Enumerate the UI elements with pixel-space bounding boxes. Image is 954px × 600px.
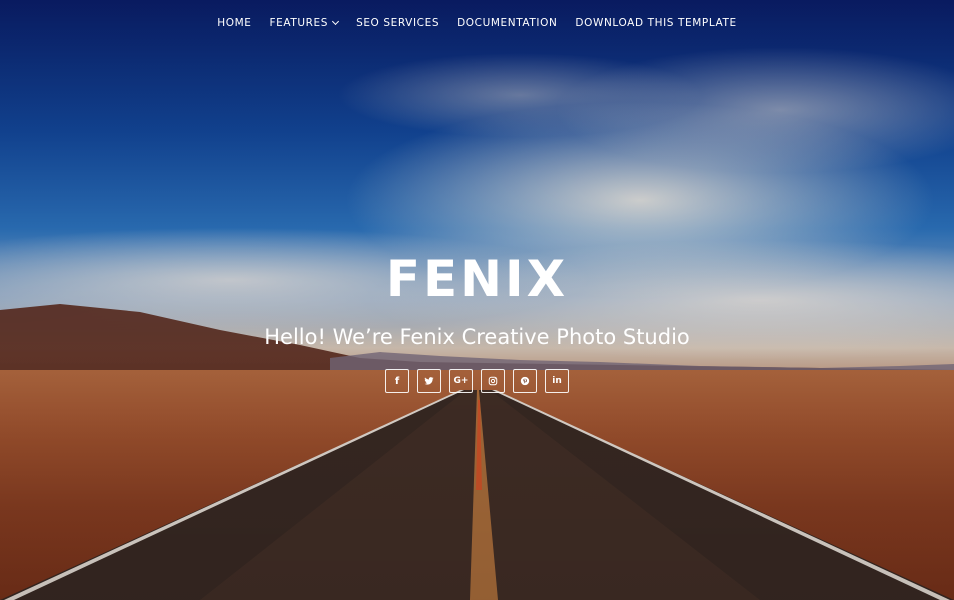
nav-download-template[interactable]: DOWNLOAD THIS TEMPLATE <box>566 17 745 29</box>
facebook-button[interactable]: f <box>385 369 409 393</box>
facebook-icon: f <box>394 375 400 387</box>
twitter-button[interactable] <box>417 369 441 393</box>
nav-home[interactable]: HOME <box>208 17 260 29</box>
twitter-icon <box>424 377 434 385</box>
main-navigation: HOME FEATURES SEO SERVICES DOCUMENTATION… <box>0 17 954 29</box>
social-links: f G+ in <box>0 369 954 393</box>
chevron-down-icon <box>332 17 340 26</box>
nav-documentation[interactable]: DOCUMENTATION <box>448 17 566 29</box>
google-plus-button[interactable]: G+ <box>449 369 473 393</box>
brand-title: FENIX <box>385 250 569 308</box>
hero-section: HOME FEATURES SEO SERVICES DOCUMENTATION… <box>0 0 954 600</box>
nav-features-label: FEATURES <box>269 17 329 29</box>
nav-seo-services[interactable]: SEO SERVICES <box>347 17 448 29</box>
linkedin-icon: in <box>552 376 562 386</box>
google-plus-icon: G+ <box>453 376 469 386</box>
instagram-button[interactable] <box>481 369 505 393</box>
pinterest-button[interactable] <box>513 369 537 393</box>
instagram-icon <box>488 376 498 386</box>
pinterest-icon <box>520 376 530 386</box>
hero-tagline: Hello! We’re Fenix Creative Photo Studio <box>264 325 690 349</box>
nav-features[interactable]: FEATURES <box>261 17 348 29</box>
linkedin-button[interactable]: in <box>545 369 569 393</box>
